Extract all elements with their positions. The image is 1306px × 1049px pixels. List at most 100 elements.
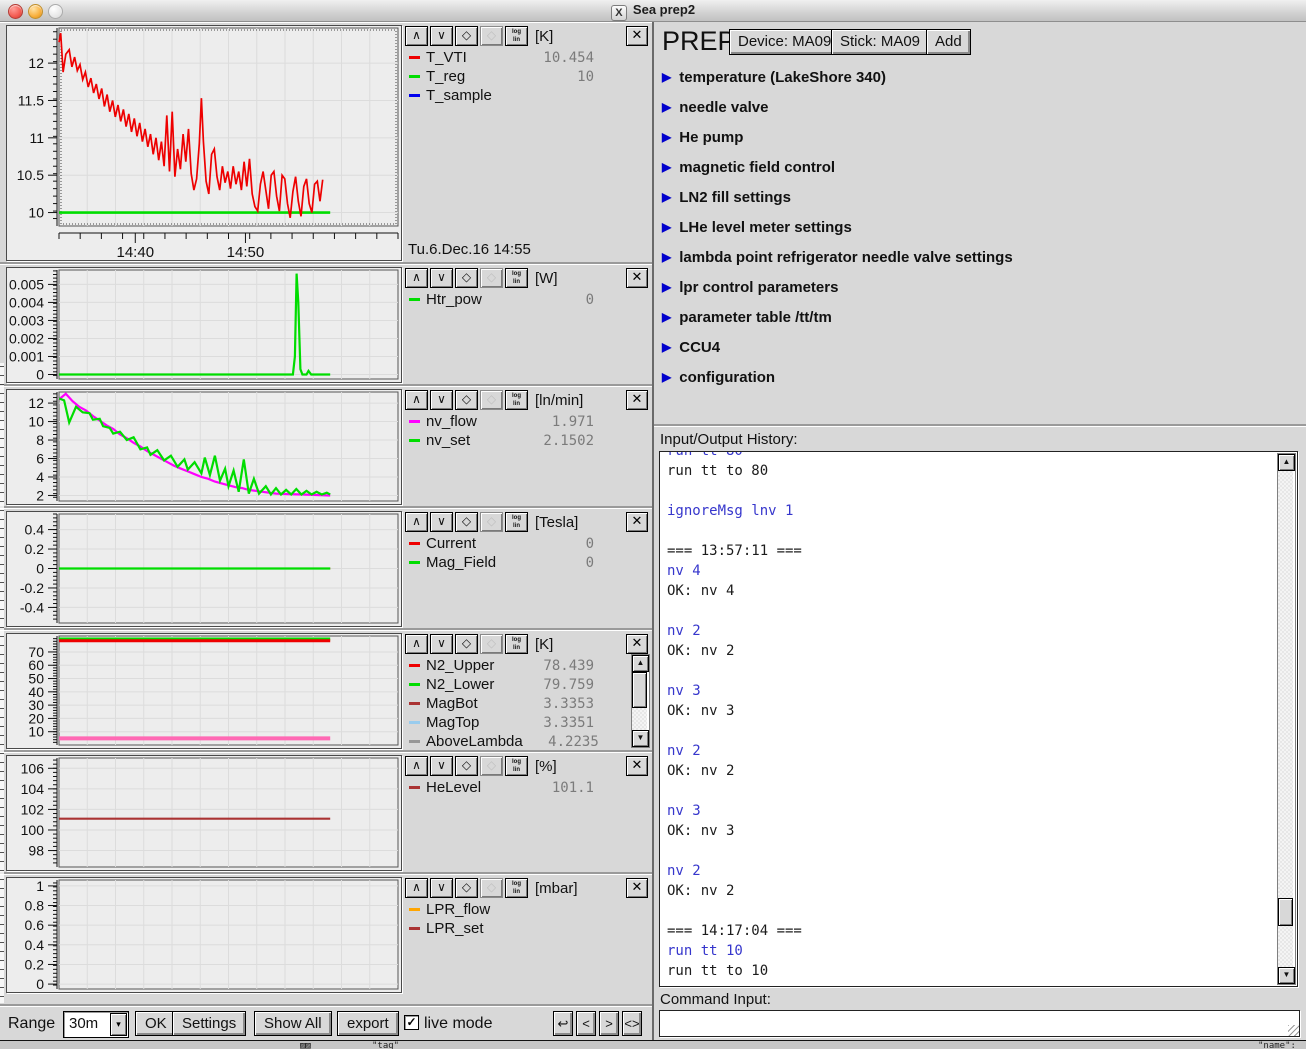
expand-triangle-icon[interactable]: ▶: [662, 70, 671, 84]
chart-auto-scale-button[interactable]: ◇: [455, 26, 478, 46]
chart-plot[interactable]: 70605040302010: [7, 634, 401, 748]
chart-scale-down-button[interactable]: ∨: [430, 512, 453, 532]
jump-latest-button[interactable]: ↩: [553, 1011, 573, 1036]
legend-item-Current[interactable]: Current0: [409, 534, 594, 553]
legend-scrollbar[interactable]: ▲▼: [631, 654, 650, 748]
sidebar-item-parameter[interactable]: ▶parameter table /tt/tm: [662, 306, 832, 328]
stick-button[interactable]: Stick: MA09: [831, 29, 929, 55]
chart-plot[interactable]: 1211.51110.51014:4014:50: [7, 26, 401, 260]
legend-item-Htr_pow[interactable]: Htr_pow0: [409, 290, 594, 309]
device-button[interactable]: Device: MA09: [729, 29, 840, 55]
chart-scale-up-button[interactable]: ∧: [405, 268, 428, 288]
legend-item-MagTop[interactable]: MagTop3.3351: [409, 713, 594, 732]
scroll-up-icon[interactable]: ▲: [1278, 454, 1295, 471]
scroll-down-icon[interactable]: ▼: [1278, 967, 1295, 984]
chart-scale-up-button[interactable]: ∧: [405, 390, 428, 410]
sidebar-item-lpr[interactable]: ▶lpr control parameters: [662, 276, 838, 298]
chart-zoom-out-button[interactable]: ◇: [480, 512, 503, 532]
chart-scale-up-button[interactable]: ∧: [405, 634, 428, 654]
chart-auto-scale-button[interactable]: ◇: [455, 634, 478, 654]
chart-auto-scale-button[interactable]: ◇: [455, 878, 478, 898]
chart-scale-down-button[interactable]: ∨: [430, 390, 453, 410]
legend-item-HeLevel[interactable]: HeLevel101.1: [409, 778, 594, 797]
chart-scale-up-button[interactable]: ∧: [405, 26, 428, 46]
chart-zoom-out-button[interactable]: ◇: [480, 878, 503, 898]
sidebar-item-lhe[interactable]: ▶LHe level meter settings: [662, 216, 852, 238]
title-bar[interactable]: XSea prep2: [0, 0, 1306, 22]
history-scrollbar-thumb[interactable]: [1278, 898, 1293, 926]
chart-log-lin-button[interactable]: loglin: [505, 512, 528, 532]
plot-panel[interactable]: 0.0050.0040.0030.0020.0010: [6, 267, 402, 383]
sidebar-item-ccu4[interactable]: ▶CCU4: [662, 336, 720, 358]
resize-grip-icon[interactable]: [1288, 1025, 1299, 1036]
settings-button[interactable]: Settings: [172, 1011, 246, 1036]
range-select[interactable]: 30m ▾: [63, 1011, 129, 1038]
chart-log-lin-button[interactable]: loglin: [505, 634, 528, 654]
sidebar-item-ln2[interactable]: ▶LN2 fill settings: [662, 186, 791, 208]
sidebar-item-magnetic[interactable]: ▶magnetic field control: [662, 156, 835, 178]
chart-scale-up-button[interactable]: ∧: [405, 878, 428, 898]
legend-item-N2_Upper[interactable]: N2_Upper78.439: [409, 656, 594, 675]
chart-scale-down-button[interactable]: ∨: [430, 268, 453, 288]
legend-item-T_sample[interactable]: T_sample: [409, 86, 594, 105]
expand-triangle-icon[interactable]: ▶: [662, 340, 671, 354]
chart-log-lin-button[interactable]: loglin: [505, 26, 528, 46]
sidebar-item-configuration[interactable]: ▶configuration: [662, 366, 775, 388]
sidebar-item-needle[interactable]: ▶needle valve: [662, 96, 768, 118]
chart-close-button[interactable]: ✕: [626, 878, 648, 898]
scroll-down-icon[interactable]: ▼: [632, 730, 649, 747]
chart-auto-scale-button[interactable]: ◇: [455, 268, 478, 288]
chart-plot[interactable]: 12108642: [7, 390, 401, 504]
chart-plot[interactable]: 10.80.60.40.20: [7, 878, 401, 992]
legend-item-nv_flow[interactable]: nv_flow1.971: [409, 412, 594, 431]
chart-plot[interactable]: 0.40.20-0.2-0.4: [7, 512, 401, 626]
chart-zoom-out-button[interactable]: ◇: [480, 26, 503, 46]
expand-triangle-icon[interactable]: ▶: [662, 220, 671, 234]
legend-item-LPR_set[interactable]: LPR_set: [409, 919, 594, 938]
expand-triangle-icon[interactable]: ▶: [662, 160, 671, 174]
expand-triangle-icon[interactable]: ▶: [662, 250, 671, 264]
command-input[interactable]: [659, 1010, 1300, 1037]
chart-log-lin-button[interactable]: loglin: [505, 878, 528, 898]
legend-item-nv_set[interactable]: nv_set2.1502: [409, 431, 594, 450]
legend-item-LPR_flow[interactable]: LPR_flow: [409, 900, 594, 919]
chart-log-lin-button[interactable]: loglin: [505, 756, 528, 776]
plot-panel[interactable]: 10610410210098: [6, 755, 402, 871]
chart-scale-down-button[interactable]: ∨: [430, 26, 453, 46]
plot-panel[interactable]: 10.80.60.40.20: [6, 877, 402, 993]
chart-zoom-out-button[interactable]: ◇: [480, 634, 503, 654]
sidebar-item-lambda[interactable]: ▶lambda point refrigerator needle valve …: [662, 246, 1013, 268]
chart-close-button[interactable]: ✕: [626, 268, 648, 288]
history-scrollbar-trough[interactable]: [1278, 471, 1293, 967]
plot-panel[interactable]: 0.40.20-0.2-0.4: [6, 511, 402, 627]
expand-triangle-icon[interactable]: ▶: [662, 310, 671, 324]
chart-scale-down-button[interactable]: ∨: [430, 634, 453, 654]
add-button[interactable]: Add: [926, 29, 971, 55]
page-back-button[interactable]: <: [576, 1011, 596, 1036]
export-button[interactable]: export: [337, 1011, 399, 1036]
page-forward-button[interactable]: >: [599, 1011, 619, 1036]
chart-auto-scale-button[interactable]: ◇: [455, 390, 478, 410]
chart-log-lin-button[interactable]: loglin: [505, 390, 528, 410]
show-all-button[interactable]: Show All: [254, 1011, 332, 1036]
expand-triangle-icon[interactable]: ▶: [662, 100, 671, 114]
expand-triangle-icon[interactable]: ▶: [662, 190, 671, 204]
legend-scrollbar-thumb[interactable]: [632, 672, 647, 708]
chart-close-button[interactable]: ✕: [626, 390, 648, 410]
legend-item-N2_Lower[interactable]: N2_Lower79.759: [409, 675, 594, 694]
expand-triangle-icon[interactable]: ▶: [662, 370, 671, 384]
chart-log-lin-button[interactable]: loglin: [505, 268, 528, 288]
chart-close-button[interactable]: ✕: [626, 512, 648, 532]
chart-scale-up-button[interactable]: ∧: [405, 512, 428, 532]
chart-plot[interactable]: 10610410210098: [7, 756, 401, 870]
live-mode-checkbox[interactable]: ✓: [404, 1015, 419, 1030]
legend-scrollbar-trough[interactable]: [632, 672, 647, 730]
expand-triangle-icon[interactable]: ▶: [662, 280, 671, 294]
chevron-down-icon[interactable]: ▾: [110, 1013, 127, 1036]
chart-close-button[interactable]: ✕: [626, 26, 648, 46]
chart-scale-down-button[interactable]: ∨: [430, 878, 453, 898]
chart-close-button[interactable]: ✕: [626, 634, 648, 654]
chart-auto-scale-button[interactable]: ◇: [455, 512, 478, 532]
legend-item-MagBot[interactable]: MagBot3.3353: [409, 694, 594, 713]
legend-item-T_reg[interactable]: T_reg10: [409, 67, 594, 86]
